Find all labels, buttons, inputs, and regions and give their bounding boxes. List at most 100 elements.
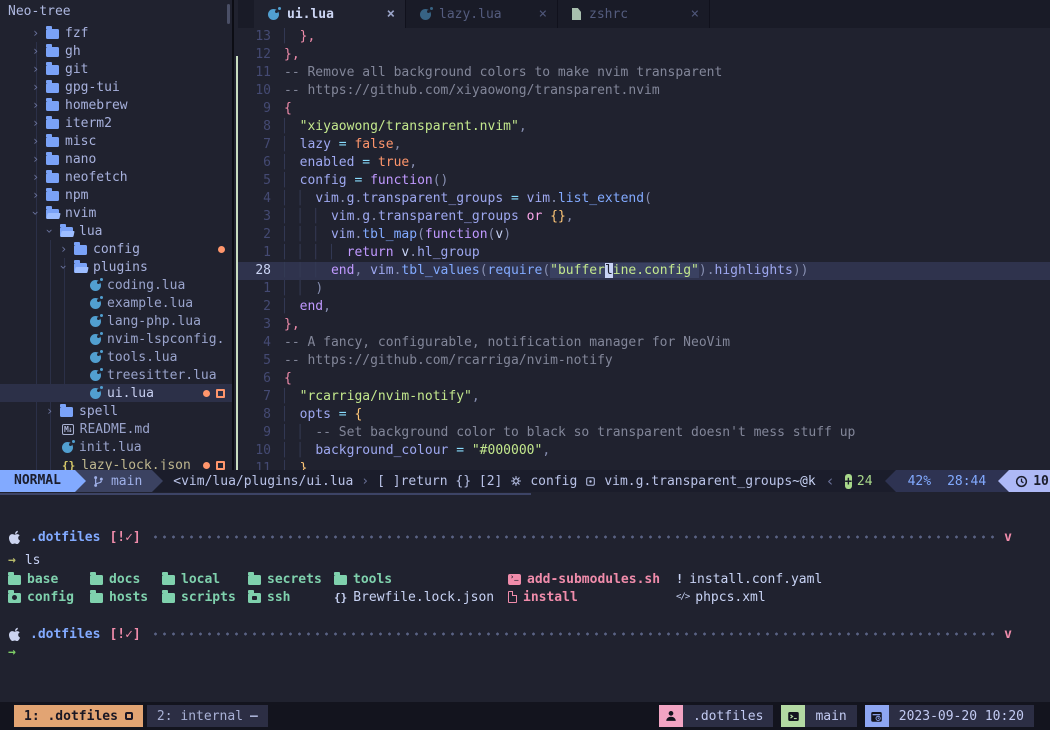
tree-item-readme-md[interactable]: M↓README.md bbox=[0, 420, 232, 438]
tree-item-nano[interactable]: ›nano bbox=[0, 150, 232, 168]
tree-item-label: nvim-lspconfig. bbox=[107, 332, 224, 347]
chevron-right-icon[interactable]: › bbox=[32, 98, 46, 112]
unstaged-square-icon bbox=[216, 461, 225, 470]
code-text: ▏ ▏ ▏ vim.tbl_map(function(v) bbox=[284, 226, 511, 244]
code-token: , bbox=[542, 443, 550, 458]
ls-entry-docs: docs bbox=[90, 570, 140, 588]
code-token: . bbox=[370, 209, 378, 224]
code-token: = bbox=[331, 137, 354, 152]
code-text: ▏ ▏ ) bbox=[284, 280, 323, 298]
prompt-directory: .dotfiles bbox=[30, 627, 100, 642]
close-icon[interactable]: × bbox=[387, 6, 395, 22]
command-line[interactable]: → bbox=[0, 643, 1050, 661]
code-token: , bbox=[519, 119, 527, 134]
code-icon: </> bbox=[676, 592, 689, 602]
chevron-right-icon[interactable]: › bbox=[32, 170, 46, 184]
code-token: -- A fancy, configurable, notification m… bbox=[284, 335, 730, 350]
chevron-right-icon[interactable]: › bbox=[32, 188, 46, 202]
close-icon[interactable]: × bbox=[539, 6, 547, 22]
term-icon bbox=[508, 574, 521, 585]
chevron-right-icon[interactable]: › bbox=[60, 242, 74, 256]
tab-zshrc[interactable]: zshrc× bbox=[558, 0, 710, 28]
code-line: 8▏ opts = { bbox=[238, 406, 1050, 424]
code-token: -- https://github.com/rcarriga/nvim-noti… bbox=[284, 353, 613, 368]
tree-item-spell[interactable]: ›spell bbox=[0, 402, 232, 420]
tree-item-ui-lua[interactable]: ui.lua bbox=[0, 384, 232, 402]
tab-ui-lua[interactable]: ui.lua × bbox=[254, 0, 406, 28]
clock-time: 10:20 bbox=[1033, 474, 1050, 489]
close-icon[interactable]: × bbox=[691, 6, 699, 22]
ls-entry-config: config bbox=[8, 588, 74, 606]
tmux-window-2-internal[interactable]: 2: internal– bbox=[147, 705, 268, 727]
chevron-down-icon[interactable]: › bbox=[60, 260, 74, 274]
chevron-right-icon[interactable]: › bbox=[32, 152, 46, 166]
chevron-right-icon[interactable]: › bbox=[32, 44, 46, 58]
lua-icon bbox=[90, 352, 101, 363]
command-line: → ls bbox=[0, 551, 1050, 569]
chevron-right-icon[interactable]: › bbox=[32, 62, 46, 76]
code-text: ▏ }, bbox=[284, 28, 315, 46]
powerline-separator bbox=[152, 470, 163, 492]
line-number: 4 bbox=[238, 334, 271, 352]
apple-icon bbox=[8, 627, 21, 642]
tree-item-nvim-lspconfig-[interactable]: nvim-lspconfig. bbox=[0, 330, 232, 348]
tree-item-lang-php-lua[interactable]: lang-php.lua bbox=[0, 312, 232, 330]
tree-item-gh[interactable]: ›gh bbox=[0, 42, 232, 60]
folder-icon bbox=[46, 119, 59, 129]
tree-item-neofetch[interactable]: ›neofetch bbox=[0, 168, 232, 186]
property-icon bbox=[585, 476, 596, 487]
tree-item-coding-lua[interactable]: coding.lua bbox=[0, 276, 232, 294]
cursor-block: l bbox=[605, 263, 613, 278]
tree-item-example-lua[interactable]: example.lua bbox=[0, 294, 232, 312]
lua-icon bbox=[90, 280, 101, 291]
tree-item-lua[interactable]: ›lua bbox=[0, 222, 232, 240]
sfolder-icon bbox=[334, 575, 347, 585]
code-token: highlights bbox=[715, 263, 793, 278]
code-text: { bbox=[284, 370, 292, 388]
tree-item-plugins[interactable]: ›plugins bbox=[0, 258, 232, 276]
tree-item-gpg-tui[interactable]: ›gpg-tui bbox=[0, 78, 232, 96]
tree-item-iterm2[interactable]: ›iterm2 bbox=[0, 114, 232, 132]
tree-item-config[interactable]: › config bbox=[0, 240, 232, 258]
code-line: 2▏ end, bbox=[238, 298, 1050, 316]
tree-item-git[interactable]: ›git bbox=[0, 60, 232, 78]
tree-item-tools-lua[interactable]: tools.lua bbox=[0, 348, 232, 366]
ls-entry-ssh: ssh bbox=[248, 588, 290, 606]
tree-item-treesitter-lua[interactable]: treesitter.lua bbox=[0, 366, 232, 384]
chevron-right-icon[interactable]: › bbox=[32, 80, 46, 94]
keymap-hint: ~@k bbox=[792, 474, 815, 489]
tab-lazy-lua[interactable]: lazy.lua× bbox=[406, 0, 558, 28]
tree-item-misc[interactable]: ›misc bbox=[0, 132, 232, 150]
chevron-right-icon[interactable]: › bbox=[32, 116, 46, 130]
code-line: 11-- Remove all background colors to mak… bbox=[238, 64, 1050, 82]
sfolder-icon bbox=[90, 575, 103, 585]
tree-item-label: config bbox=[93, 242, 140, 257]
last-window-icon: – bbox=[250, 709, 258, 724]
neotree-scrollbar-thumb[interactable] bbox=[227, 4, 230, 24]
ls-entry-label: docs bbox=[109, 572, 140, 587]
code-token: ▏ ▏ bbox=[284, 191, 315, 206]
shell-pane[interactable]: .dotfiles [!✓] v → ls basedocslocalsecre… bbox=[0, 492, 1050, 702]
lua-icon bbox=[62, 442, 73, 453]
tmux-window-1-dotfiles[interactable]: 1: .dotfiles bbox=[14, 705, 143, 727]
tree-item-homebrew[interactable]: ›homebrew bbox=[0, 96, 232, 114]
chevron-down-icon[interactable]: › bbox=[32, 206, 46, 220]
tree-item-lazy-lock-json[interactable]: {}lazy-lock.json bbox=[0, 456, 232, 470]
chevron-down-icon[interactable]: › bbox=[46, 224, 60, 238]
code-token: v bbox=[495, 227, 503, 242]
chevron-right-icon[interactable]: › bbox=[32, 134, 46, 148]
tree-item-fzf[interactable]: ›fzf bbox=[0, 24, 232, 42]
code-token: ▏ bbox=[284, 173, 300, 188]
tab-label: ui.lua bbox=[287, 7, 379, 22]
lua-icon bbox=[90, 316, 101, 327]
code-token: , bbox=[566, 209, 574, 224]
tree-item-nvim[interactable]: ›nvim bbox=[0, 204, 232, 222]
tree-item-init-lua[interactable]: init.lua bbox=[0, 438, 232, 456]
tree-item-npm[interactable]: ›npm bbox=[0, 186, 232, 204]
ls-entry-hosts: hosts bbox=[90, 588, 148, 606]
chevron-right-icon[interactable]: › bbox=[46, 404, 60, 418]
code-token: "#000000" bbox=[472, 443, 542, 458]
code-text: ▏ ▏ ▏ vim.g.transparent_groups or {}, bbox=[284, 208, 574, 226]
line-number: 7 bbox=[238, 136, 271, 154]
chevron-right-icon[interactable]: › bbox=[32, 26, 46, 40]
